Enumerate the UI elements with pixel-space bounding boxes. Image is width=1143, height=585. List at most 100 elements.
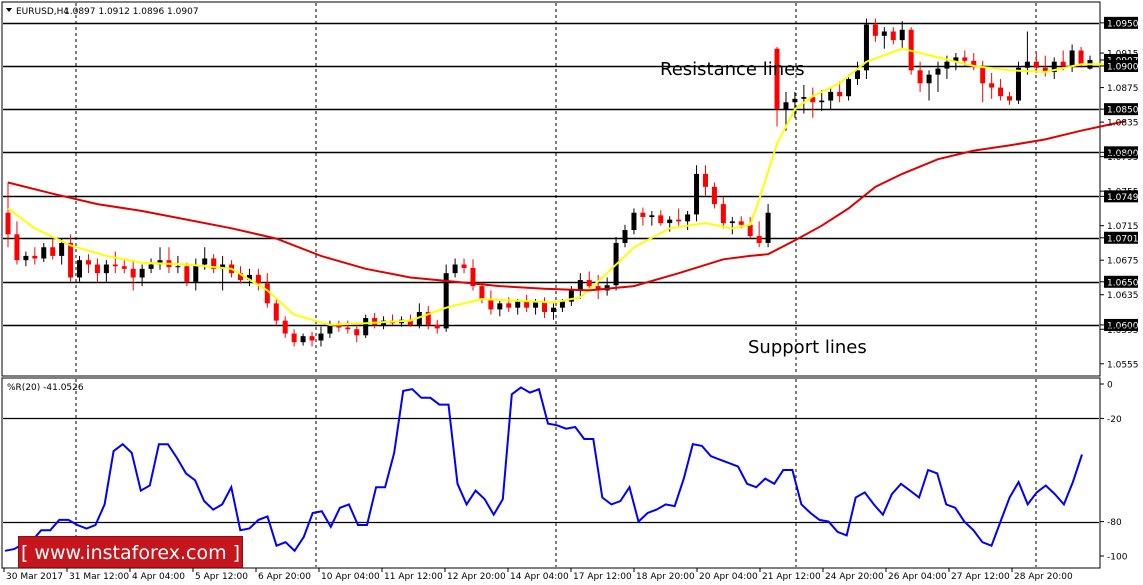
candle-body — [264, 283, 270, 304]
main-panel: 1.09501.09151.09071.09001.08751.08501.08… — [1, 1, 1139, 377]
candle-body — [1078, 50, 1084, 65]
wpr-tick: -20 — [1100, 415, 1122, 425]
time-axis: 30 Mar 2017 31 Mar 12:00 4 Apr 04:00 5 Apr … — [3, 568, 1073, 582]
time-tick: 12 Apr 20:00 — [444, 568, 506, 582]
candle-body — [23, 255, 29, 261]
candle-body — [452, 264, 458, 274]
time-tick-label: 12 Apr 20:00 — [447, 572, 506, 582]
candle-body — [640, 212, 646, 218]
candle-body — [1060, 61, 1066, 67]
price-tick: 1.0900 — [1100, 60, 1139, 73]
price-tick: 1.0555 — [1100, 360, 1139, 370]
candle-body — [926, 74, 932, 84]
candle-body — [783, 102, 789, 110]
candle-body — [488, 299, 494, 310]
candle-body — [524, 301, 530, 308]
candle — [1015, 61, 1021, 104]
time-tick: 11 Apr 12:00 — [381, 568, 443, 582]
candle-body — [917, 70, 923, 84]
time-tick-label: 10 Apr 04:00 — [321, 572, 380, 582]
price-tick-label: 1.0850 — [1107, 106, 1139, 116]
wpr-axis: 0 -20 -80 -100 — [1100, 381, 1128, 563]
candle-body — [667, 219, 673, 224]
price-axis: 1.09501.09151.09071.09001.08751.08501.08… — [1100, 16, 1139, 370]
candle-body — [515, 301, 521, 308]
candle-body — [300, 336, 306, 343]
candle-body — [175, 266, 181, 268]
candle-body — [855, 70, 861, 79]
candle-body — [989, 83, 995, 88]
candle-body — [631, 212, 637, 230]
time-tick-label: 4 Apr 04:00 — [132, 572, 185, 582]
ohlc-label: 1.0897 1.0912 1.0896 1.0907 — [64, 7, 199, 17]
candle-body — [729, 221, 735, 224]
time-tick: 28 Apr 20:00 — [1011, 568, 1073, 582]
time-tick: 14 Apr 04:00 — [507, 568, 569, 582]
time-tick: 6 Apr 20:00 — [255, 568, 311, 582]
candle-body — [711, 186, 717, 205]
candle-body — [658, 215, 664, 224]
candle-body — [506, 303, 512, 308]
candle-body — [837, 91, 843, 97]
candle-body — [68, 242, 74, 278]
price-tick: 1.0635 — [1100, 291, 1139, 301]
time-tick: 17 Apr 12:00 — [570, 568, 632, 582]
candle-body — [32, 255, 38, 259]
price-tick: 1.0875 — [1100, 84, 1139, 94]
candle-body — [309, 336, 315, 341]
price-tick: 1.0650 — [1100, 275, 1139, 288]
time-tick-label: 31 Mar 12:00 — [69, 572, 129, 582]
time-tick-label: 18 Apr 20:00 — [636, 572, 695, 582]
price-tick: 1.0715 — [1100, 222, 1139, 232]
candle-body — [962, 57, 968, 61]
time-tick-label: 5 Apr 12:00 — [195, 572, 248, 582]
candle-body — [747, 224, 753, 237]
price-tick: 1.0950 — [1100, 16, 1139, 29]
time-tick: 31 Mar 12:00 — [66, 568, 129, 582]
candle-body — [899, 29, 905, 41]
candle-body — [872, 24, 878, 36]
wpr-tick: -80 — [1100, 518, 1122, 528]
price-tick-label: 1.0749 — [1107, 193, 1139, 203]
support-annotation: Support lines — [748, 337, 867, 358]
wpr-tick-label: 0 — [1107, 381, 1113, 391]
price-tick-label: 1.0635 — [1107, 291, 1139, 301]
instaforex-logo: [ www.instaforex.com ] — [18, 536, 243, 568]
time-tick: 20 Apr 04:00 — [696, 568, 758, 582]
wpr-tick-label: -20 — [1107, 415, 1122, 425]
time-tick: 30 Mar 2017 — [3, 568, 63, 582]
candle-body — [497, 303, 503, 310]
time-tick-label: 28 Apr 20:00 — [1014, 572, 1073, 582]
candle-body — [765, 212, 771, 243]
candle-body — [792, 98, 798, 103]
candle-body — [738, 221, 744, 225]
candle-body — [533, 302, 539, 308]
candle-body — [998, 87, 1004, 97]
candle-body — [193, 264, 199, 282]
price-tick-label: 1.0701 — [1107, 234, 1139, 244]
price-tick-label: 1.0715 — [1107, 222, 1139, 232]
candle-body — [461, 264, 467, 268]
price-tick-label: 1.0835 — [1107, 119, 1139, 129]
candle-body — [1033, 61, 1039, 68]
candle — [363, 314, 369, 338]
candle-body — [846, 78, 852, 97]
time-tick-label: 30 Mar 2017 — [6, 572, 63, 582]
candle-body — [354, 329, 360, 336]
time-tick-label: 20 Apr 04:00 — [699, 572, 758, 582]
resistance-annotation: Resistance lines — [660, 59, 805, 80]
price-tick-label: 1.0950 — [1107, 19, 1139, 29]
time-tick: 21 Apr 12:00 — [759, 568, 821, 582]
time-tick: 24 Apr 20:00 — [822, 568, 884, 582]
wpr-tick-label: -100 — [1107, 553, 1128, 563]
candle-body — [59, 242, 65, 256]
price-tick-label: 1.0555 — [1107, 360, 1139, 370]
candle-body — [881, 31, 887, 36]
candle-body — [479, 286, 485, 300]
candle-body — [720, 204, 726, 224]
price-tick-label: 1.0900 — [1107, 63, 1139, 73]
candle-body — [94, 264, 100, 274]
price-tick-label: 1.0675 — [1107, 257, 1139, 267]
price-tick-label: 1.0650 — [1107, 278, 1139, 288]
time-tick: 18 Apr 20:00 — [633, 568, 695, 582]
